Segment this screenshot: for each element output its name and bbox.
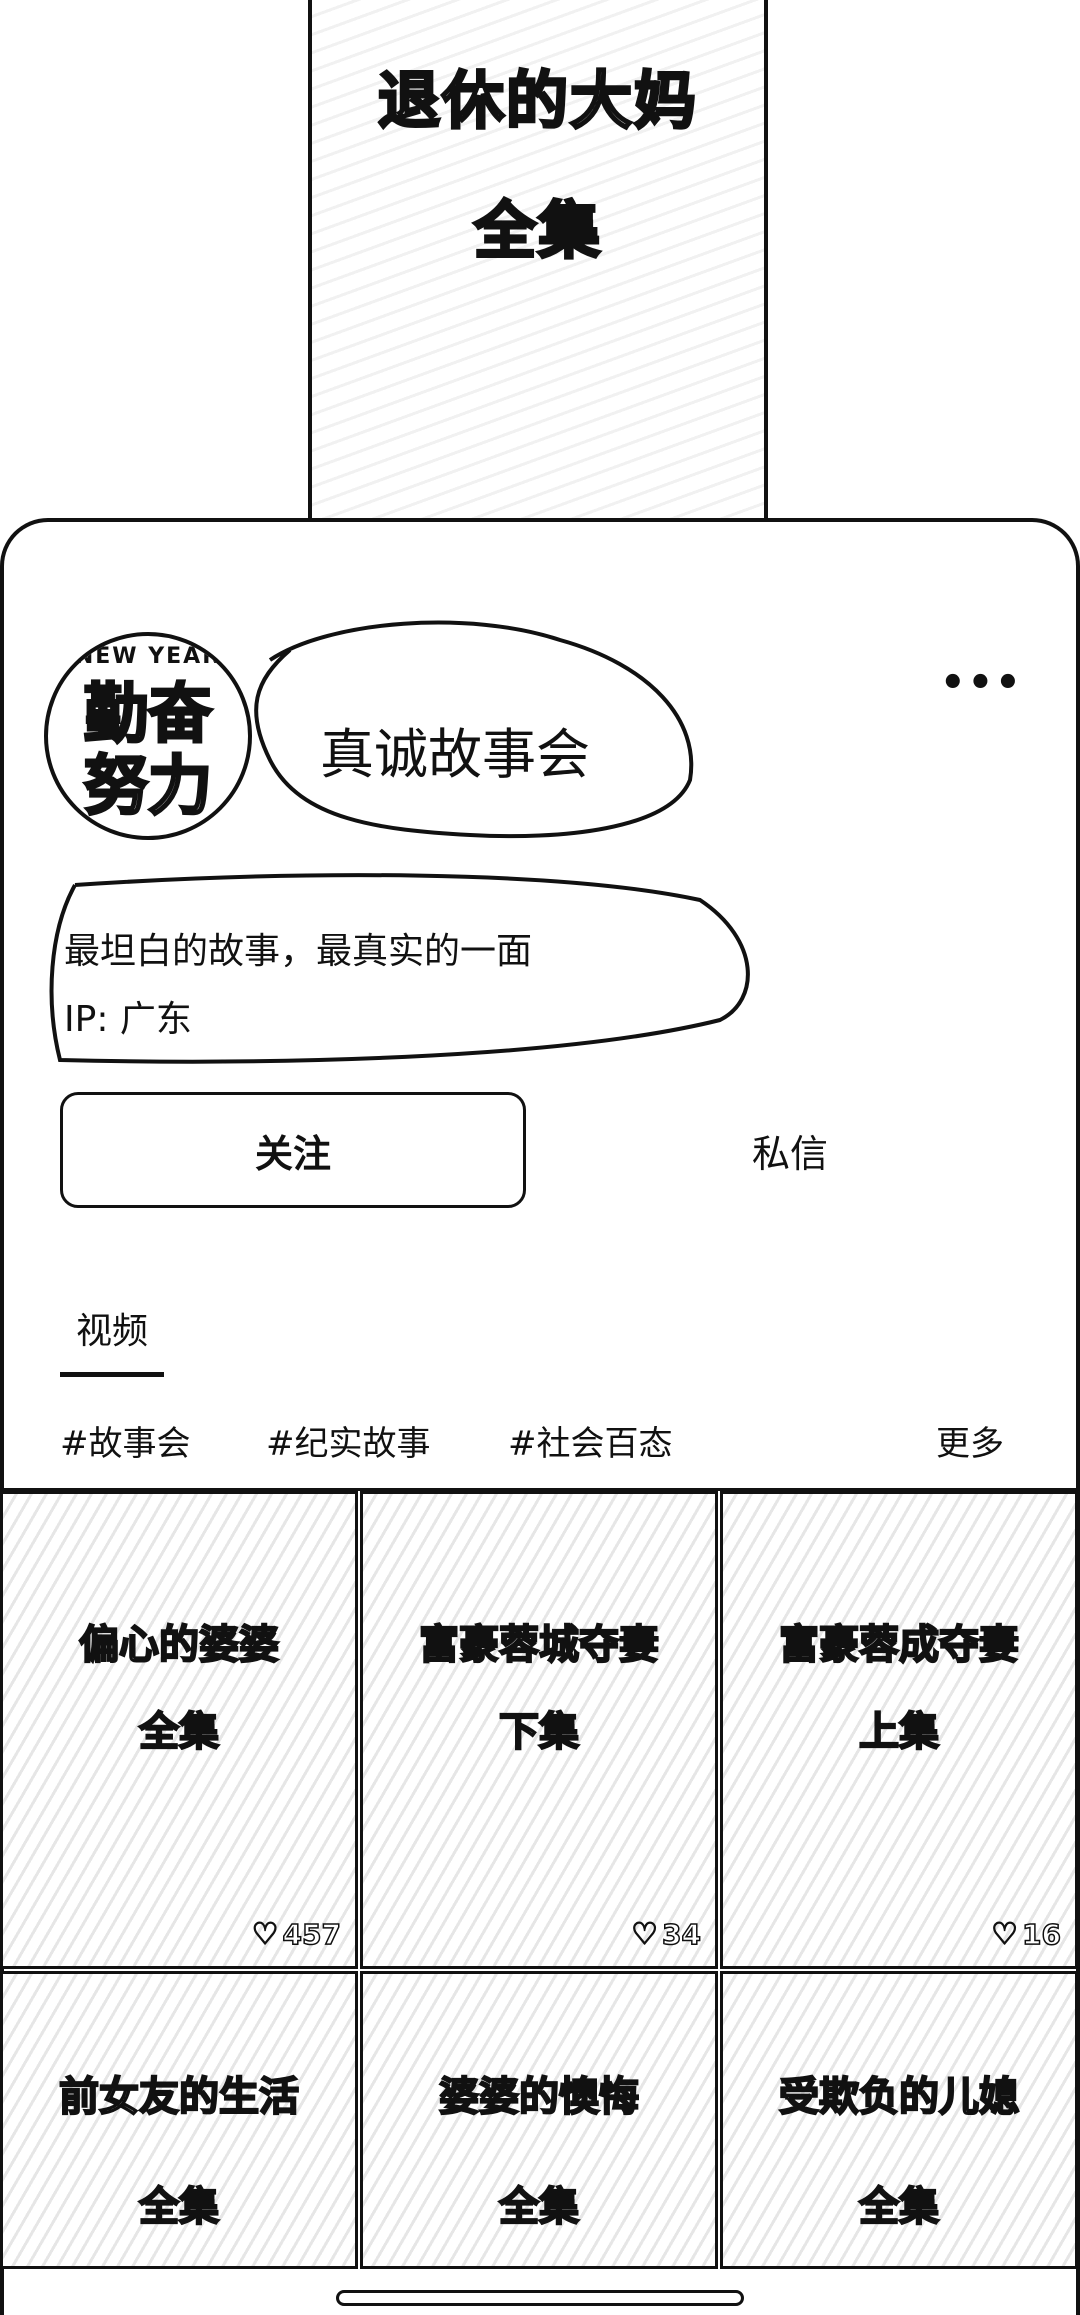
hero-title-line2: 全集 — [472, 193, 602, 269]
video-card[interactable]: 富豪蓉成夺妻 上集 ♡ 16 — [720, 1491, 1078, 1969]
video-title: 婆婆的懊悔 — [438, 2073, 640, 2121]
video-card[interactable]: 前女友的生活 全集 — [0, 1971, 358, 2269]
profile-bio: 最坦白的故事，最真实的一面 — [64, 931, 533, 972]
video-part: 全集 — [858, 2183, 940, 2231]
tag-society[interactable]: #社会百态 — [508, 1416, 673, 1465]
video-grid: 偏心的婆婆 全集 ♡ 457 富豪蓉城夺妻 下集 ♡ 34 富豪蓉成夺妻 上集 ♡ 1… — [0, 1488, 1080, 2269]
video-part: 下集 — [498, 1708, 580, 1756]
avatar-text-line2: 努力 — [83, 750, 214, 824]
heart-icon: ♡ — [990, 1916, 1019, 1953]
more-dots-icon[interactable]: ••• — [940, 660, 1023, 706]
avatar[interactable]: NEW YEAR 勤奋 努力 — [44, 632, 252, 840]
video-card[interactable]: 婆婆的懊悔 全集 — [360, 1971, 718, 2269]
video-part: 上集 — [858, 1708, 940, 1756]
tab-video[interactable]: 视频 — [76, 1302, 148, 1354]
heart-icon: ♡ — [251, 1916, 279, 1953]
avatar-top-text: NEW YEAR — [74, 644, 222, 669]
video-title: 前女友的生活 — [58, 2073, 300, 2121]
hero-cover: 退休的大妈 全集 — [0, 0, 1080, 560]
heart-icon: ♡ — [630, 1916, 659, 1953]
tag-documentary-story[interactable]: #纪实故事 — [266, 1416, 431, 1465]
video-title: 富豪蓉成夺妻 — [778, 1621, 1020, 1669]
video-part: 全集 — [498, 2183, 580, 2231]
video-title: 受欺负的儿媳 — [778, 2073, 1020, 2121]
video-part: 全集 — [138, 2183, 220, 2231]
tag-story-club[interactable]: #故事会 — [60, 1416, 191, 1465]
video-card[interactable]: 偏心的婆婆 全集 ♡ 457 — [0, 1491, 358, 1969]
tag-more-link[interactable]: 更多 — [936, 1416, 1004, 1465]
message-button[interactable]: 私信 — [620, 1092, 960, 1208]
video-card[interactable]: 受欺负的儿媳 全集 — [720, 1971, 1078, 2269]
video-title: 富豪蓉城夺妻 — [418, 1621, 660, 1669]
like-count: ♡ 457 — [251, 1916, 342, 1953]
profile-name: 真诚故事会 — [320, 723, 590, 786]
hero-title-line1: 退休的大妈 — [376, 63, 698, 139]
video-title: 偏心的婆婆 — [78, 1621, 280, 1669]
profile-ip-location: IP: 广东 — [64, 999, 192, 1040]
tab-active-indicator — [60, 1372, 164, 1377]
video-card[interactable]: 富豪蓉城夺妻 下集 ♡ 34 — [360, 1491, 718, 1969]
follow-button[interactable]: 关注 — [60, 1092, 526, 1208]
video-part: 全集 — [138, 1708, 220, 1756]
avatar-text-line1: 勤奋 — [83, 678, 214, 752]
hero-video-frame[interactable]: 退休的大妈 全集 — [308, 0, 768, 560]
like-count: ♡ 34 — [630, 1916, 701, 1953]
like-count: ♡ 16 — [990, 1916, 1061, 1953]
home-indicator[interactable] — [336, 2290, 744, 2306]
